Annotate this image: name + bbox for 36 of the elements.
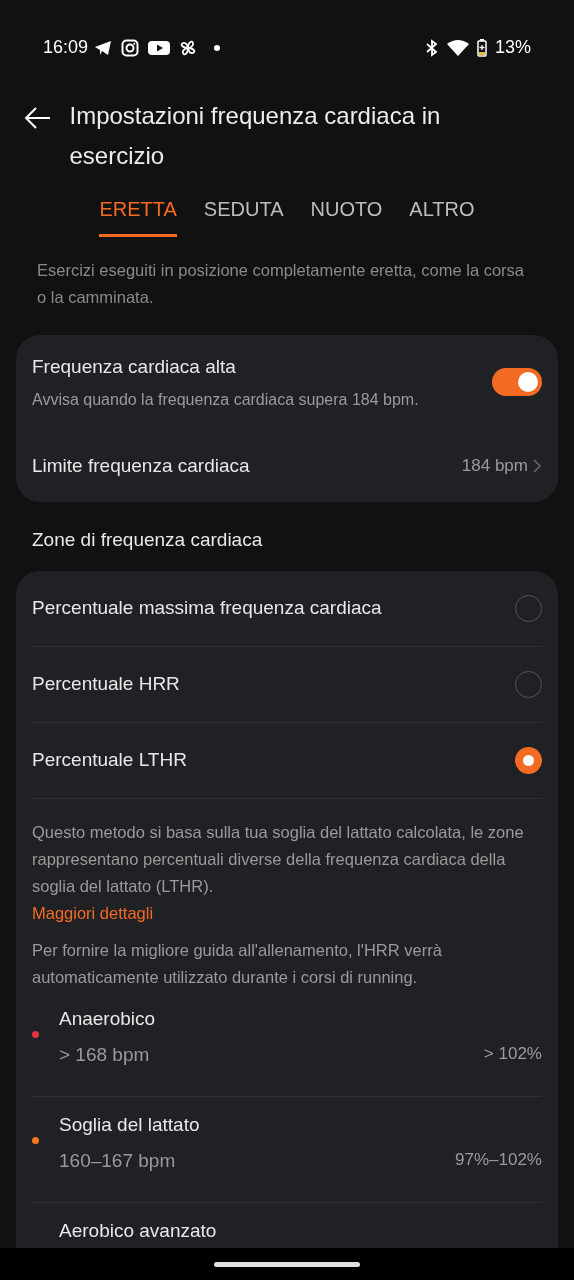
bluetooth-icon [424,38,439,57]
tab[interactable]: ERETTA [99,194,177,237]
details-link[interactable]: Maggiori dettagli [32,899,542,927]
battery-icon [476,38,487,57]
tab[interactable]: NUOTO [310,194,383,237]
wifi-icon [446,39,469,56]
status-time: 16:09 [43,36,89,59]
play-icon [148,39,171,56]
zone-name: Aerobico avanzato [59,1218,218,1243]
zone-percent: > 102% [483,1043,542,1065]
method-explanation: Questo metodo si basa sulla tua soglia del lattato calcolata, le zone rappresentano percentuali diverse della frequenza cardiaca della soglia del lattato (LTHR). [32,821,525,897]
camera-icon [121,38,140,57]
paper-plane-icon [94,39,113,56]
pinwheel-icon [179,38,198,57]
page-title: Impostazioni frequenza cardiaca in esercizio [69,101,442,171]
method-option[interactable]: Percentuale LTHR [32,722,542,799]
setting-subtitle: Avvisa quando la frequenza cardiaca supera 184 bpm. [32,389,419,410]
zone-range: > 168 bpm [59,1043,150,1067]
zone-name: Soglia del lattato [59,1112,201,1137]
section-title: Zone di frequenza cardiaca [31,528,264,552]
zone-name: Anaerobico [59,1006,157,1031]
toggle-switch[interactable] [492,368,542,397]
tab[interactable]: ALTRO [409,194,475,237]
radio-button[interactable] [515,746,542,774]
method-option[interactable]: Percentuale HRR [32,646,542,723]
battery-percent: 13% [494,36,531,59]
tab[interactable]: SEDUTA [203,194,284,237]
description-text: Esercizi eseguiti in posizione completamente eretta, come la corsa o la camminata. [36,260,525,308]
setting-title: Frequenza cardiaca alta [32,355,237,379]
home-indicator[interactable] [214,1261,360,1267]
chevron-right-icon [532,457,542,474]
zone-percent: 97%–102% [455,1149,542,1171]
zone-range: 160–167 bpm [59,1149,176,1173]
limit-row[interactable]: Limite frequenza cardiaca 184 bpm [32,451,542,480]
method-option[interactable]: Percentuale massima frequenza cardiaca [32,570,542,647]
note-text: Per fornire la migliore guida all'allenamento, l'HRR verrà automaticamente utilizzato durante i corsi di running. [32,939,443,988]
